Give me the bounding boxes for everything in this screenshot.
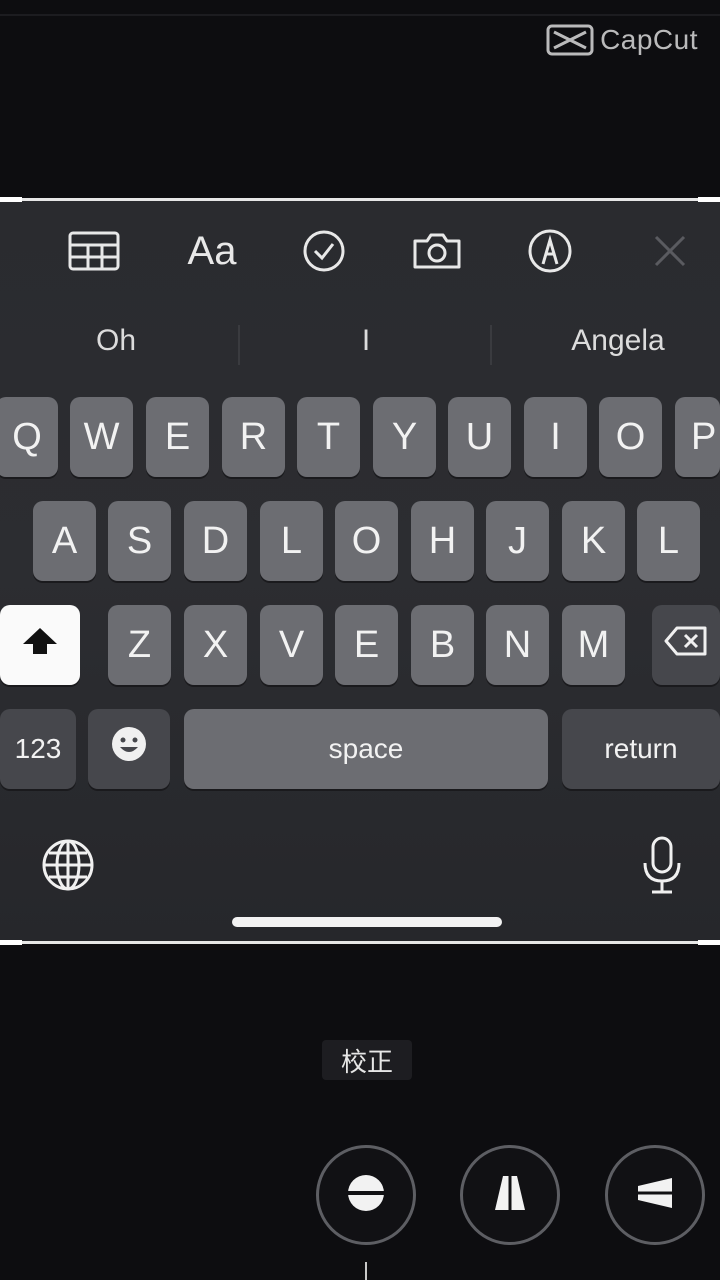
keyboard-toolbar: Aa [0,219,720,283]
space-key[interactable]: space [184,709,548,789]
microphone-icon [640,836,684,899]
emoji-icon [110,725,148,773]
key-e[interactable]: E [335,605,398,685]
key-l[interactable]: L [637,501,700,581]
horizontal-perspective-icon [632,1170,678,1221]
crop-corner-tl[interactable] [0,197,22,202]
camera-button[interactable] [405,219,469,283]
level-horizon-icon [343,1170,389,1221]
key-s[interactable]: S [108,501,171,581]
suggestion-bar: Oh I Angela [0,313,720,369]
markup-pen-icon [527,228,573,274]
key-t[interactable]: T [297,397,360,477]
table-icon [68,231,120,271]
key-l[interactable]: L [260,501,323,581]
text-format-icon: Aa [187,228,237,273]
crop-corner-bl[interactable] [0,940,22,945]
slider-tick [365,1262,367,1280]
checklist-icon [302,229,346,273]
delete-key[interactable] [652,605,720,685]
key-v[interactable]: V [260,605,323,685]
key-n[interactable]: N [486,605,549,685]
shift-icon [20,624,60,667]
key-k[interactable]: K [562,501,625,581]
key-x[interactable]: X [184,605,247,685]
globe-icon [40,839,96,897]
home-indicator[interactable] [232,917,502,927]
key-u[interactable]: U [448,397,511,477]
table-button[interactable] [62,219,126,283]
keyboard-frame: Aa Oh I Angela Q W E R T Y U I O P A S D… [0,197,720,945]
shift-key[interactable] [0,605,80,685]
suggestion-3[interactable]: Angela [496,313,720,369]
close-icon [652,233,688,269]
key-o[interactable]: O [599,397,662,477]
suggestion-2[interactable]: I [244,313,488,369]
suggestion-divider [490,325,492,365]
key-o[interactable]: O [335,501,398,581]
correction-label: 校正 [322,1040,412,1080]
key-p[interactable]: P [675,397,720,477]
key-b[interactable]: B [411,605,474,685]
camera-icon [411,231,463,271]
markup-button[interactable] [518,219,582,283]
key-e[interactable]: E [146,397,209,477]
key-h[interactable]: H [411,501,474,581]
key-d[interactable]: D [184,501,247,581]
horizontal-perspective-button[interactable] [605,1145,705,1245]
key-q[interactable]: Q [0,397,58,477]
suggestion-1[interactable]: Oh [0,313,232,369]
vertical-perspective-icon [487,1169,533,1221]
capcut-watermark: CapCut [546,22,698,58]
top-divider [0,14,720,16]
key-j[interactable]: J [486,501,549,581]
keyboard-bottom-row [0,821,720,911]
backspace-icon [663,624,709,667]
dictation-button[interactable] [640,835,684,900]
checklist-button[interactable] [292,219,356,283]
capcut-logo-icon [546,22,594,58]
key-a[interactable]: A [33,501,96,581]
close-button[interactable] [638,219,702,283]
emoji-key[interactable] [88,709,170,789]
text-format-button[interactable]: Aa [180,219,244,283]
key-y[interactable]: Y [373,397,436,477]
key-z[interactable]: Z [108,605,171,685]
vertical-perspective-button[interactable] [460,1145,560,1245]
crop-corner-tr[interactable] [698,197,720,202]
globe-button[interactable] [40,837,96,898]
suggestion-divider [238,325,240,365]
crop-corner-br[interactable] [698,940,720,945]
numbers-key[interactable]: 123 [0,709,76,789]
key-r[interactable]: R [222,397,285,477]
key-m[interactable]: M [562,605,625,685]
key-w[interactable]: W [70,397,133,477]
key-i[interactable]: I [524,397,587,477]
watermark-text: CapCut [600,24,698,55]
level-horizon-button[interactable] [316,1145,416,1245]
return-key[interactable]: return [562,709,720,789]
